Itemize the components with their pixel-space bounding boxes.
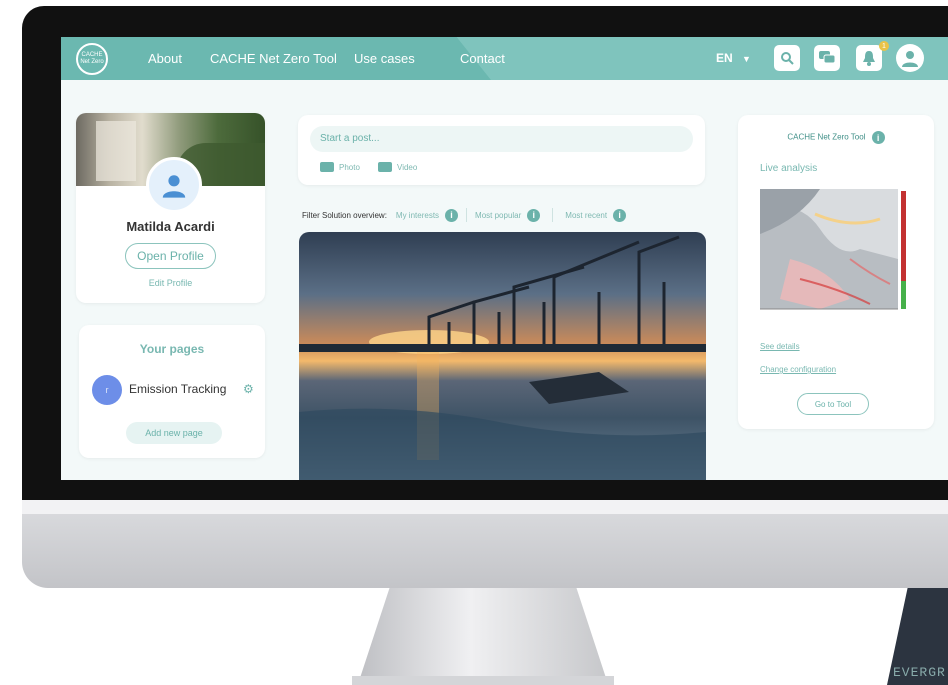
filter-divider: [552, 208, 554, 222]
brand-text: EVERGR: [893, 665, 946, 680]
page-item-emission-tracking[interactable]: r Emission Tracking ⚙: [92, 375, 254, 405]
profile-name: Matilda Acardi: [126, 219, 215, 234]
chevron-down-icon: ▼: [742, 54, 751, 64]
chat-icon: [819, 51, 836, 64]
chat-button[interactable]: [814, 45, 840, 71]
profile-card: Matilda Acardi Open Profile Edit Profile: [76, 113, 265, 303]
tool-panel-card: CACHE Net Zero Tool i Live analysis See …: [738, 115, 934, 429]
search-button[interactable]: [774, 45, 800, 71]
search-icon: [781, 52, 794, 65]
your-pages-card: Your pages r Emission Tracking ⚙ Add new…: [79, 325, 265, 458]
monitor-chin-strip: [22, 500, 948, 514]
page-item-label: Emission Tracking: [129, 382, 227, 396]
info-icon[interactable]: i: [445, 208, 459, 222]
screen: CACHE Net Zero About CACHE Net Zero Tool…: [61, 37, 948, 480]
post-input[interactable]: Start a post...: [310, 126, 693, 152]
filter-divider: [466, 208, 468, 222]
heatmap-map: [760, 189, 906, 310]
nav-link-tool[interactable]: CACHE Net Zero Tool: [210, 51, 337, 66]
edit-profile-link[interactable]: Edit Profile: [76, 278, 265, 288]
gear-icon[interactable]: ⚙: [243, 382, 254, 396]
logo[interactable]: CACHE Net Zero: [76, 43, 108, 75]
filter-my-interests[interactable]: My interests: [396, 211, 439, 220]
photo-label: Photo: [339, 162, 360, 172]
filter-most-recent[interactable]: Most recent: [565, 211, 607, 220]
bell-icon: [863, 51, 875, 66]
nav-link-contact[interactable]: Contact: [460, 51, 505, 66]
tool-panel-title: CACHE Net Zero Tool: [787, 132, 866, 142]
notifications-button[interactable]: [856, 45, 882, 71]
nav-link-about[interactable]: About: [148, 51, 182, 66]
post-composer-card: Start a post... Photo Video: [298, 115, 705, 185]
video-label: Video: [397, 162, 418, 172]
info-icon[interactable]: i: [613, 208, 627, 222]
go-to-tool-button[interactable]: Go to Tool: [797, 393, 869, 415]
your-pages-title: Your pages: [139, 342, 205, 356]
port-scene: [299, 235, 706, 480]
tool-panel-header: CACHE Net Zero Tool i: [738, 131, 934, 144]
photo-icon: [320, 162, 334, 172]
filter-label: Filter Solution overview:: [302, 210, 387, 220]
monitor-stand: [360, 588, 606, 678]
live-analysis-map[interactable]: [760, 189, 910, 321]
open-profile-button[interactable]: Open Profile: [125, 243, 216, 269]
page-avatar: r: [92, 375, 122, 405]
video-button[interactable]: Video: [378, 162, 417, 172]
info-icon[interactable]: i: [527, 208, 541, 222]
feed-post-image[interactable]: [299, 232, 706, 480]
add-new-page-button[interactable]: Add new page: [126, 422, 222, 444]
nav-link-use-cases[interactable]: Use cases: [354, 51, 415, 66]
language-label: EN: [716, 51, 733, 65]
filter-bar: Filter Solution overview: My interests i…: [302, 207, 722, 223]
user-icon: [162, 175, 186, 198]
user-avatar-button[interactable]: [896, 44, 924, 72]
profile-avatar[interactable]: [146, 157, 202, 213]
monitor-base: [352, 676, 614, 685]
photo-button[interactable]: Photo: [320, 162, 360, 172]
see-details-link[interactable]: See details: [760, 342, 800, 351]
video-icon: [378, 162, 392, 172]
info-icon[interactable]: i: [871, 131, 885, 144]
filter-most-popular[interactable]: Most popular: [475, 211, 521, 220]
change-configuration-link[interactable]: Change configuration: [760, 365, 836, 374]
user-icon: [902, 51, 918, 67]
live-analysis-label: Live analysis: [760, 163, 818, 174]
notification-badge: 1: [879, 41, 889, 51]
language-selector[interactable]: EN ▼: [716, 51, 751, 65]
